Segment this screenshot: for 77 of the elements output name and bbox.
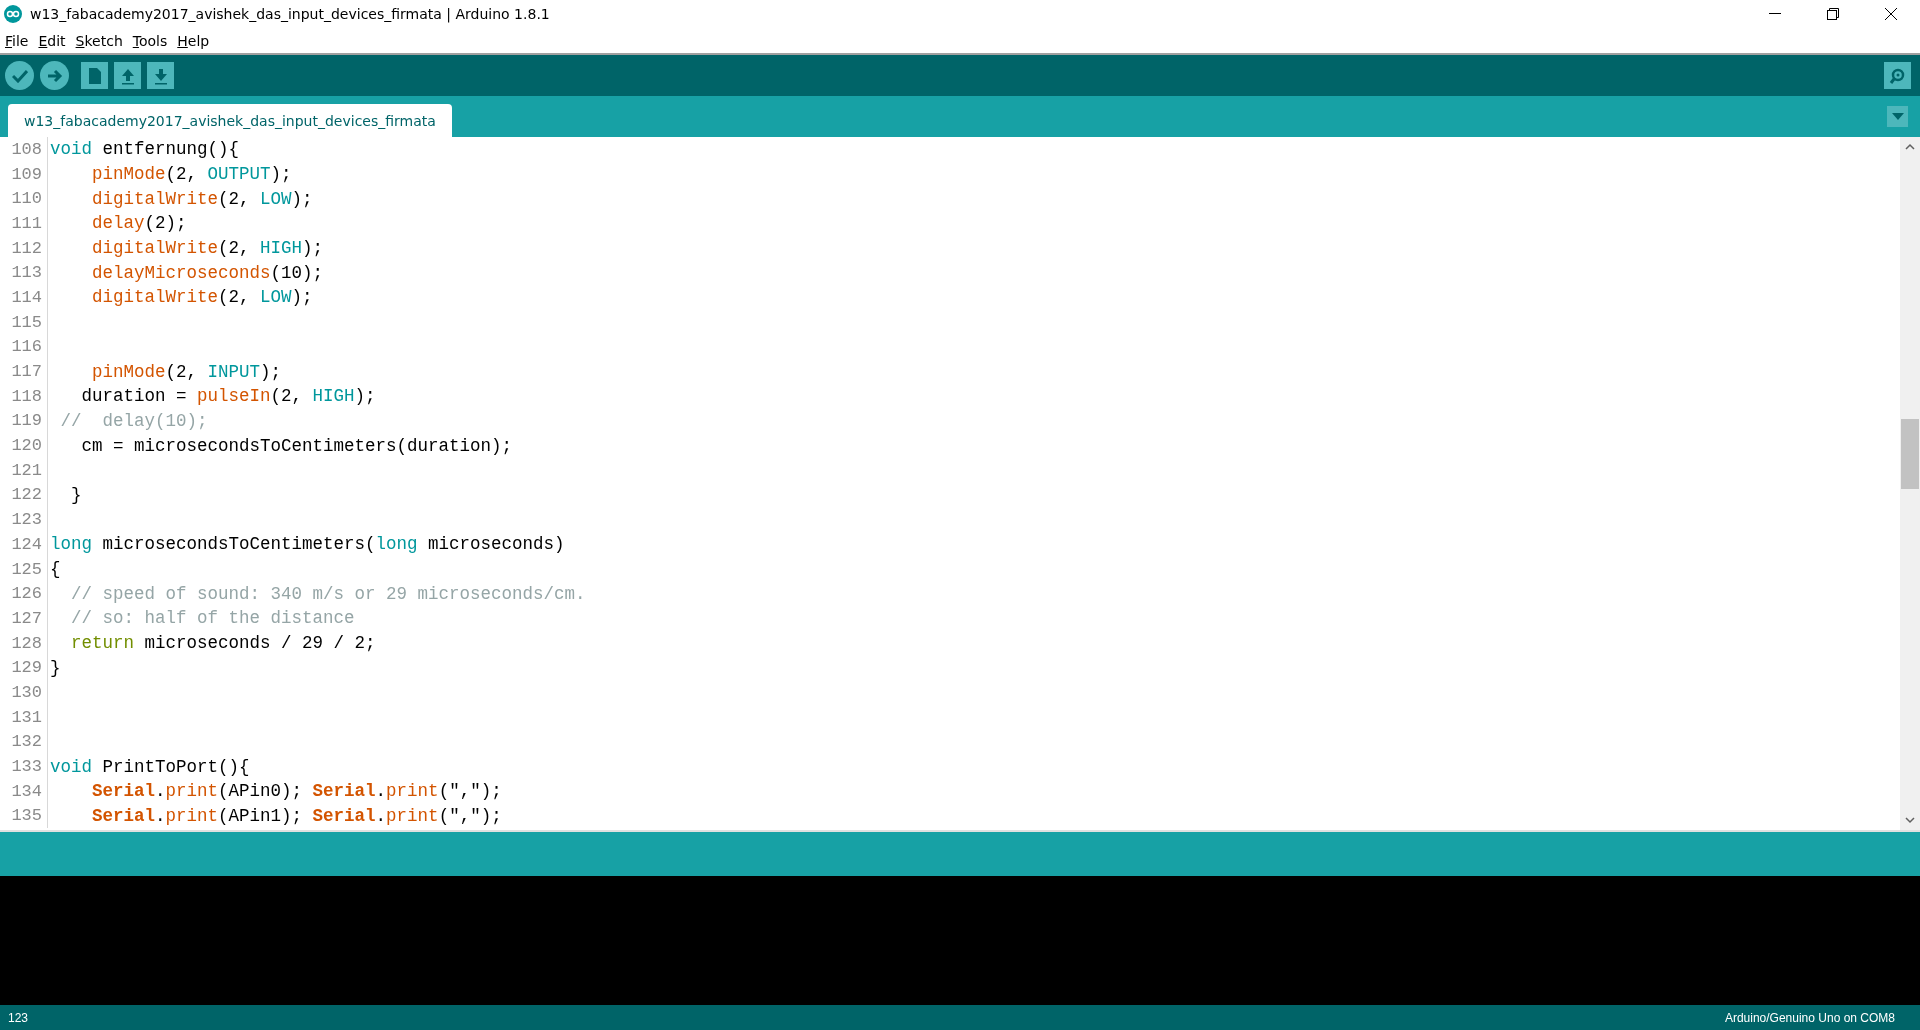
line-number: 120 (0, 433, 48, 458)
document-icon (87, 66, 102, 85)
verify-button[interactable] (5, 61, 34, 90)
restore-icon (1827, 8, 1839, 20)
line-number: 131 (0, 704, 48, 730)
line-number: 115 (0, 309, 48, 335)
line-number: 128 (0, 630, 48, 656)
close-icon (1885, 8, 1897, 20)
code-line: pinMode(2, OUTPUT); (91, 164, 292, 185)
menu-item[interactable]: Sketch (70, 28, 128, 53)
down-arrow-icon (152, 66, 169, 85)
line-number: 109 (0, 161, 48, 187)
code-line: Serial.print(APin1); Serial.print(","); (91, 805, 502, 826)
line-number: 119 (0, 408, 48, 434)
line-number: 129 (0, 655, 48, 681)
code-line: return microseconds / 29 / 2; (70, 633, 376, 654)
vertical-scrollbar[interactable] (1900, 137, 1920, 830)
menu-item[interactable]: Tools (127, 28, 173, 53)
code-line: delay(2); (91, 213, 187, 234)
code-line: delayMicroseconds(10); (91, 262, 324, 283)
code-line: void PrintToPort(){ (49, 756, 250, 777)
code-line: pinMode(2, INPUT); (91, 361, 282, 382)
code-line: } (70, 484, 82, 505)
code-line: // speed of sound: 340 m/s or 29 microseconds/cm. (70, 583, 586, 604)
code-line: digitalWrite(2, LOW); (91, 188, 313, 209)
line-number: 133 (0, 754, 48, 779)
tab-menu-button[interactable] (1887, 106, 1908, 127)
line-number: 113 (0, 260, 48, 286)
line-number: 124 (0, 532, 48, 557)
serial-monitor-button[interactable] (1884, 62, 1911, 89)
line-number: 135 (0, 803, 48, 829)
code-line: long microsecondsToCentimeters(long microseconds) (49, 534, 565, 555)
scrollbar-thumb[interactable] (1901, 418, 1919, 489)
open-button[interactable] (114, 62, 141, 89)
line-number: 132 (0, 729, 48, 755)
line-number: 121 (0, 457, 48, 483)
line-number: 114 (0, 285, 48, 310)
code-line: // so: half of the distance (70, 608, 355, 629)
upload-button[interactable] (40, 61, 69, 90)
code-line: digitalWrite(2, LOW); (91, 287, 313, 308)
save-button[interactable] (147, 62, 174, 89)
line-number: 134 (0, 778, 48, 804)
line-number: 118 (0, 383, 48, 409)
code-line: { (49, 559, 61, 580)
checkmark-icon (11, 68, 28, 83)
line-number: 122 (0, 482, 48, 508)
line-number: 108 (0, 137, 48, 162)
code-line: cm = microsecondsToCentimeters(duration); (80, 435, 513, 456)
line-number: 130 (0, 680, 48, 705)
scroll-down-icon[interactable] (1904, 814, 1916, 826)
window-title: w13_fabacademy2017_avishek_das_input_devices_firmata | Arduino 1.8.1 (30, 6, 551, 22)
line-number: 125 (0, 556, 48, 582)
caret-icon (1891, 113, 1904, 120)
right-arrow-icon (46, 68, 63, 83)
code-line: digitalWrite(2, HIGH); (91, 238, 324, 259)
code-line: void entfernung(){ (49, 139, 240, 160)
line-number: 117 (0, 359, 48, 384)
line-number: 126 (0, 581, 48, 607)
line-number: 116 (0, 334, 48, 360)
menu-item[interactable]: Help (172, 28, 215, 53)
line-number: 112 (0, 235, 48, 261)
code-line: Serial.print(APin0); Serial.print(","); (91, 781, 502, 802)
sketch-tab[interactable]: w13_fabacademy2017_avishek_das_input_devices_firmata (8, 104, 452, 137)
new-file-button[interactable] (81, 62, 108, 89)
line-number: 123 (0, 507, 48, 532)
code-line: // delay(10); (59, 410, 208, 431)
menu-item[interactable]: Edit (33, 28, 71, 53)
line-number: 127 (0, 606, 48, 631)
line-number: 111 (0, 211, 48, 236)
menu-item[interactable]: File (0, 28, 34, 53)
code-line: duration = pulseIn(2, HIGH); (80, 386, 376, 407)
minimize-icon (1769, 13, 1781, 15)
code-line: } (49, 657, 61, 678)
board-port-status: Arduino/Genuino Uno on COM8 (1724, 1010, 1895, 1025)
logo-icon (4, 5, 22, 23)
line-indicator: 123 (8, 1010, 29, 1025)
line-number: 110 (0, 186, 48, 212)
